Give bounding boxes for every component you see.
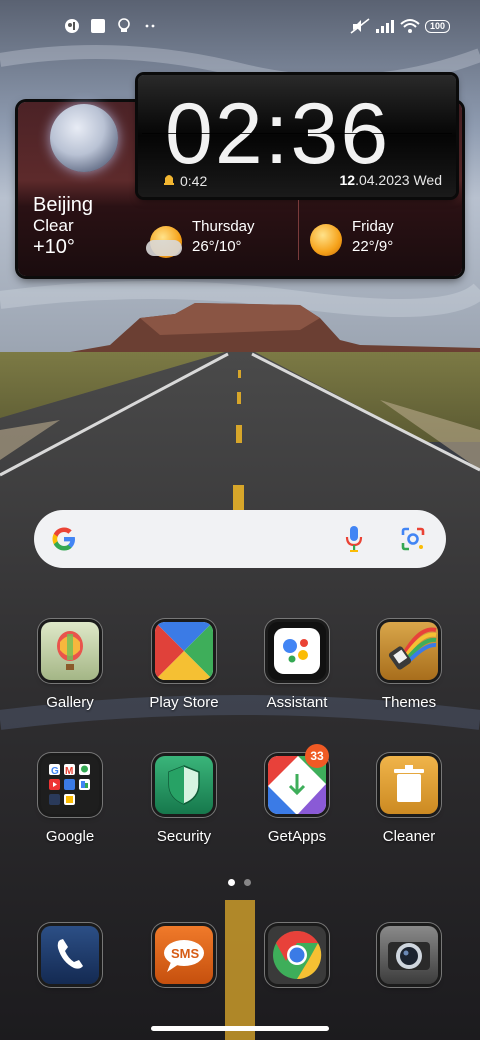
forecast-divider xyxy=(298,200,299,260)
chrome-icon xyxy=(268,926,326,984)
weather-temperature: +10° xyxy=(33,236,75,258)
app-google-folder[interactable]: G M Google xyxy=(20,756,120,845)
lightbulb-icon xyxy=(116,18,132,34)
app-label: Themes xyxy=(381,694,437,711)
forecast-day-1: Thursday xyxy=(192,218,255,235)
assistant-icon xyxy=(268,622,326,680)
notification-badge: 33 xyxy=(305,744,329,768)
app-label: Cleaner xyxy=(382,828,436,845)
mute-icon xyxy=(350,18,370,34)
svg-text:M: M xyxy=(65,766,73,777)
app-label: Security xyxy=(156,828,212,845)
app-label: Assistant xyxy=(266,694,328,711)
app-play-store[interactable]: Play Store xyxy=(134,622,234,711)
google-folder-icon: G M xyxy=(41,756,99,814)
alarm-bell-icon xyxy=(162,172,176,189)
google-g-icon xyxy=(50,525,78,553)
flip-divider xyxy=(142,133,452,134)
alarm-indicator: 0:42 xyxy=(162,172,207,189)
date-rest: .04.2023 Wed xyxy=(355,172,442,188)
sms-icon: SMS xyxy=(155,926,213,984)
cloud-shape xyxy=(146,240,182,256)
forecast-temp-1: 26°/10° xyxy=(192,238,242,255)
weather-condition: Clear xyxy=(33,216,74,235)
sun-icon xyxy=(310,224,342,256)
white-square-icon xyxy=(90,18,106,34)
dock-camera[interactable] xyxy=(359,926,459,984)
forecast-temp-2: 22°/9° xyxy=(352,238,394,255)
date-day: 12 xyxy=(339,172,356,188)
gesture-navigation-bar[interactable] xyxy=(151,1026,329,1031)
forecast-day-2: Friday xyxy=(352,218,394,235)
clock-date: 12.04.2023 Wed xyxy=(340,172,443,188)
dock-chrome[interactable] xyxy=(247,926,347,984)
microphone-icon[interactable] xyxy=(344,524,364,559)
google-lens-icon[interactable] xyxy=(400,526,426,557)
more-dots-icon xyxy=(142,18,158,34)
page-dot-active xyxy=(228,879,235,886)
alarm-time: 0:42 xyxy=(180,172,208,189)
app-security[interactable]: Security xyxy=(134,756,234,845)
app-gallery[interactable]: Gallery xyxy=(20,622,120,711)
wifi-icon xyxy=(400,18,420,34)
battery-indicator: 100 xyxy=(424,19,450,33)
sms-text: SMS xyxy=(171,946,200,961)
app-label: Play Store xyxy=(149,694,219,711)
app-label: Google xyxy=(45,828,95,845)
page-indicator[interactable] xyxy=(228,879,251,886)
app-label: GetApps xyxy=(267,828,327,845)
security-icon xyxy=(155,756,213,814)
app-themes[interactable]: Themes xyxy=(359,622,459,711)
app-cleaner[interactable]: Cleaner xyxy=(359,756,459,845)
moon-icon xyxy=(50,104,118,172)
camera-icon xyxy=(380,926,438,984)
clock-time: 02:36 xyxy=(165,86,391,182)
weather-city: Beijing xyxy=(33,194,94,216)
dock-sms[interactable]: SMS xyxy=(134,926,234,984)
dock-phone[interactable] xyxy=(20,926,120,984)
page-dot xyxy=(244,879,251,886)
signal-icon xyxy=(375,18,394,34)
notification-app-icon xyxy=(64,18,80,34)
app-label: Gallery xyxy=(46,694,94,711)
phone-icon xyxy=(41,926,99,984)
app-getapps[interactable]: 33 GetApps xyxy=(247,744,347,845)
gallery-icon xyxy=(41,622,99,680)
cleaner-icon xyxy=(380,756,438,814)
app-assistant[interactable]: Assistant xyxy=(247,622,347,711)
themes-icon xyxy=(380,622,438,680)
status-bar: 100 xyxy=(0,14,480,42)
google-search-bar[interactable] xyxy=(34,510,446,568)
play-store-icon xyxy=(155,622,213,680)
svg-text:G: G xyxy=(51,766,59,777)
